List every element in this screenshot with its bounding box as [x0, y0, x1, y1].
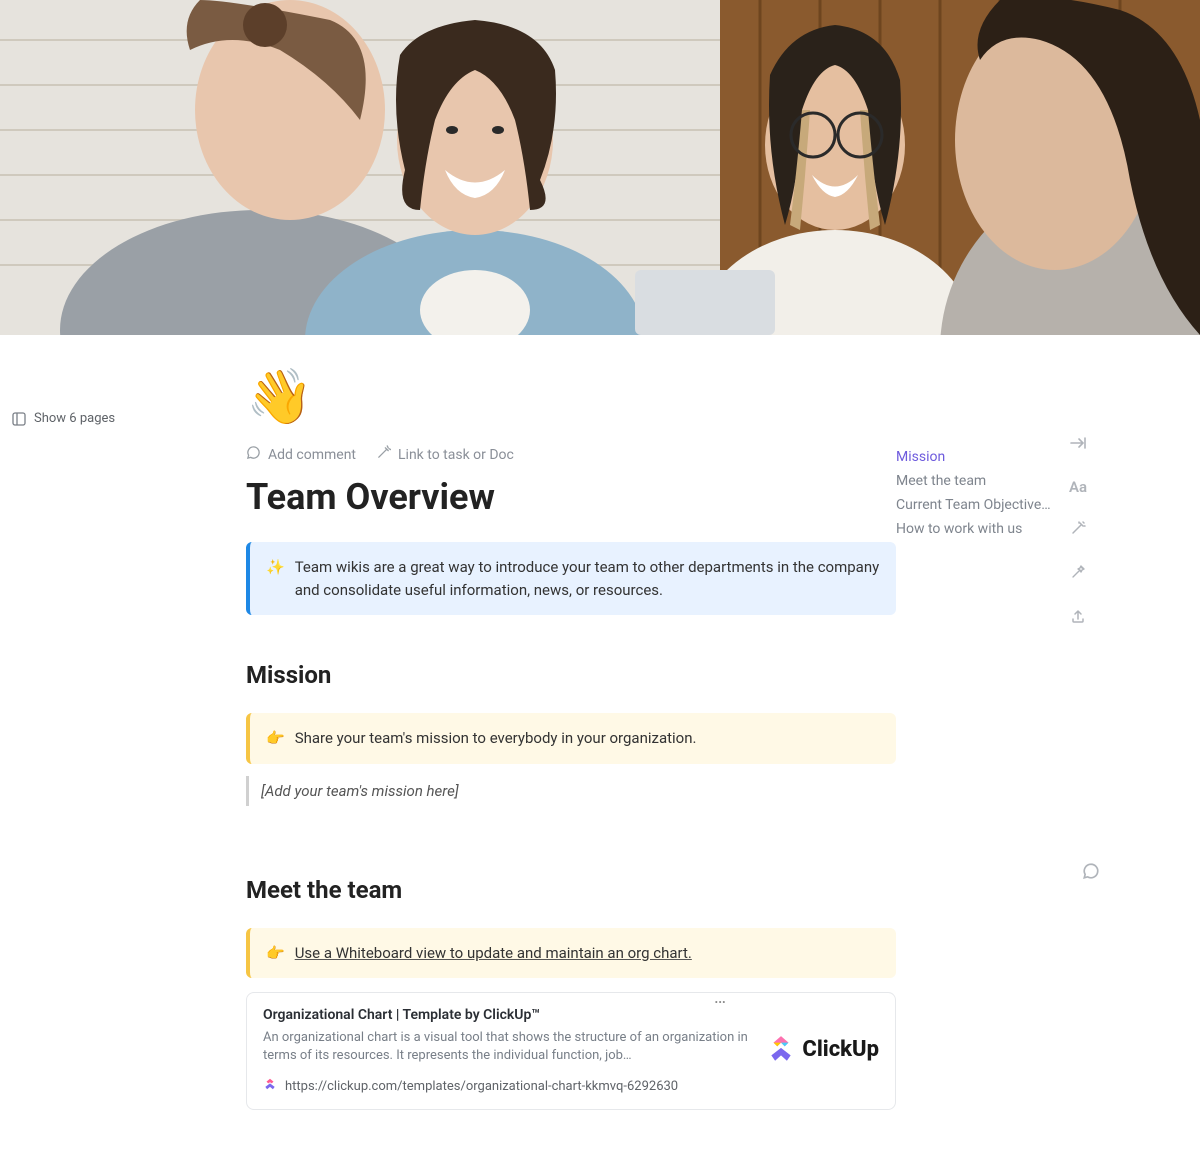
clickup-logo: ClickUp: [768, 1034, 879, 1064]
outline-item-mission[interactable]: Mission: [896, 445, 1056, 469]
meet-team-callout-link[interactable]: Use a Whiteboard view to update and main…: [295, 942, 880, 965]
mission-callout: 👉 Share your team's mission to everybody…: [246, 713, 896, 764]
show-pages-button[interactable]: Show 6 pages: [12, 411, 115, 426]
panel-icon: [12, 412, 26, 426]
mission-callout-text: Share your team's mission to everybody i…: [295, 727, 880, 750]
sparkles-icon: ✨: [266, 556, 285, 601]
section-heading-mission: Mission: [246, 661, 896, 689]
ai-sparkle-button[interactable]: [1070, 564, 1086, 584]
page-emoji[interactable]: 👋: [246, 371, 896, 425]
cover-image: [0, 0, 1200, 335]
link-task-button[interactable]: Link to task or Doc: [376, 445, 514, 464]
section-heading-meet-team: Meet the team: [246, 876, 896, 904]
outline-item-meet-team[interactable]: Meet the team: [896, 469, 1056, 493]
clickup-favicon: [263, 1077, 277, 1095]
export-button[interactable]: [1070, 608, 1086, 628]
outline-item-how-to-work[interactable]: How to work with us: [896, 517, 1056, 541]
floating-comment-button[interactable]: [1082, 862, 1100, 884]
card-description: An organizational chart is a visual tool…: [263, 1029, 752, 1065]
card-more-button[interactable]: …: [714, 987, 727, 1008]
outline-item-objectives[interactable]: Current Team Objective…: [896, 493, 1056, 517]
add-comment-button[interactable]: Add comment: [246, 445, 356, 464]
card-title: Organizational Chart | Template by Click…: [263, 1007, 752, 1023]
ai-wand-button[interactable]: [1070, 520, 1086, 540]
document-outline: Mission Meet the team Current Team Objec…: [896, 335, 1056, 1150]
point-right-icon: 👉: [266, 727, 285, 750]
link-card[interactable]: … Organizational Chart | Template by Cli…: [246, 992, 896, 1110]
point-right-icon: 👉: [266, 942, 285, 965]
intro-callout-text: Team wikis are a great way to introduce …: [295, 556, 880, 601]
show-pages-label: Show 6 pages: [34, 411, 115, 426]
link-task-label: Link to task or Doc: [398, 447, 514, 463]
page-title: Team Overview: [246, 476, 896, 518]
intro-callout: ✨ Team wikis are a great way to introduc…: [246, 542, 896, 615]
mission-placeholder[interactable]: [Add your team's mission here]: [246, 776, 896, 806]
collapse-sidebar-button[interactable]: [1069, 435, 1087, 454]
meet-team-callout: 👉 Use a Whiteboard view to update and ma…: [246, 928, 896, 979]
card-url: https://clickup.com/templates/organizati…: [285, 1079, 678, 1094]
wand-icon: [376, 445, 391, 464]
add-comment-label: Add comment: [268, 447, 356, 463]
font-settings-button[interactable]: Aa: [1069, 478, 1087, 496]
comment-icon: [246, 445, 261, 464]
